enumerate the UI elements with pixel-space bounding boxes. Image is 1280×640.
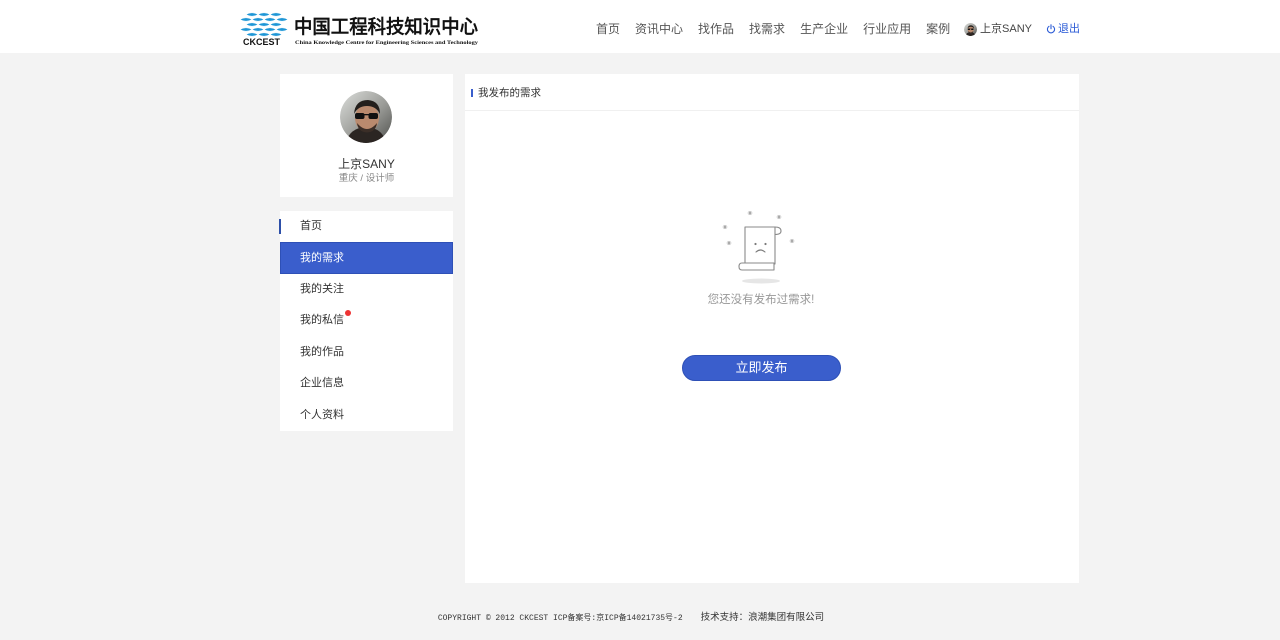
logo-lens-shape [263,17,277,22]
logo-lens-shape [257,12,271,17]
user-avatar-icon [340,91,392,143]
sidebar-menu: 首页 我的需求 我的关注 我的私信 我的作品 企业信息 个人资料 [279,211,453,431]
logo-lens-shape [239,27,253,32]
nav-industry-apps[interactable]: 行业应用 [863,21,911,37]
footer-support: 技术支持：浪潮集团有限公司 [700,612,825,623]
power-icon [1046,24,1056,34]
ckcest-net-logo-icon: CKCEST 中国工程科技知识中心 China Knowledge Centre… [239,12,478,47]
profile-meta: 重庆 / 设计师 [338,173,395,184]
logo-abbr: CKCEST [243,37,280,47]
logout-button[interactable]: 退出 [1046,21,1080,37]
logo-lens-shape [251,17,265,22]
nav-cases[interactable]: 案例 [926,21,950,37]
sidebar-item-my-messages[interactable]: 我的私信 [280,305,453,336]
logo-lens-shape [245,32,259,37]
nav-home[interactable]: 首页 [596,21,620,37]
nav-find-demands[interactable]: 找需求 [749,21,785,37]
logo-lens-shape [275,27,289,32]
site-header: CKCEST 中国工程科技知识中心 China Knowledge Centre… [0,0,1280,53]
sidebar-item-label: 我的私信 [300,310,351,327]
logo-title-cn: 中国工程科技知识中心 [294,15,478,38]
nav-manufacturers[interactable]: 生产企业 [800,21,848,37]
logo-lens-shape [269,32,283,37]
sidebar-item-label-text: 我的私信 [300,314,344,327]
sidebar-item-my-works[interactable]: 我的作品 [280,337,453,368]
logo-lens-shape [263,27,277,32]
user-area: 上京SANY 退出 [964,21,1080,37]
logo-lens-shape [269,22,283,27]
sidebar-item-my-follows[interactable]: 我的关注 [280,274,453,305]
sidebar-item-my-demands[interactable]: 我的需求 [280,242,453,274]
sidebar-item-label: 我的需求 [300,251,344,264]
logo-lens-shape [257,22,271,27]
main-nav: 首页 资讯中心 找作品 找需求 生产企业 行业应用 案例 [596,21,950,37]
logo-lens-shape [245,22,259,27]
sidebar-item-label: 我的作品 [300,345,344,358]
publish-button[interactable]: 立即发布 [682,355,841,381]
section-title-marker [471,89,473,97]
header-username[interactable]: 上京SANY [980,21,1032,37]
sidebar-item-label: 我的关注 [300,282,344,295]
profile-card: 上京SANY 重庆 / 设计师 [280,74,453,197]
empty-document-sad-face-icon [721,206,801,286]
site-footer: COPYRIGHT © 2012 CKCEST ICP备案号:京ICP备1402… [0,609,1262,626]
logo-lens-shape [257,32,271,37]
sidebar-item-label: 个人资料 [300,408,344,421]
profile-name: 上京SANY [338,157,395,171]
sidebar-item-company-info[interactable]: 企业信息 [280,368,453,399]
sidebar-item-label: 首页 [300,220,322,233]
section-title: 我发布的需求 [478,87,541,99]
header-avatar[interactable] [964,23,977,36]
nav-find-works[interactable]: 找作品 [698,21,734,37]
logo-lens-shape [245,12,259,17]
nav-news[interactable]: 资讯中心 [635,21,683,37]
avatar [340,91,392,143]
logo-lens-shape [251,27,265,32]
sidebar-item-label: 企业信息 [300,377,344,390]
sidebar-item-personal-profile[interactable]: 个人资料 [280,400,453,431]
sidebar-item-home[interactable]: 首页 [279,211,453,242]
logout-label: 退出 [1058,23,1080,35]
panel-header: 我发布的需求 [465,74,1079,111]
menu-indicator [279,219,281,234]
footer-copyright: COPYRIGHT © 2012 CKCEST ICP备案号:京ICP备1402… [437,614,683,623]
logo-lens-shape [239,17,253,22]
main-panel: 我发布的需求 您还没有发布过需求! 立即发布 [465,74,1079,583]
logo-lens-shape [269,12,283,17]
logo-title-en: China Knowledge Centre for Engineering S… [295,40,478,46]
unread-dot [345,310,351,317]
logo-lens-shape [275,17,289,22]
site-logo[interactable]: CKCEST 中国工程科技知识中心 China Knowledge Centre… [238,8,482,48]
user-avatar-icon [964,23,977,36]
empty-message: 您还没有发布过需求! [707,294,815,306]
